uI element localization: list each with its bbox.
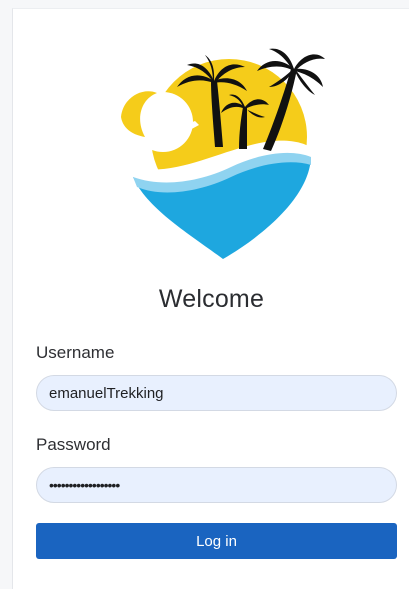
login-button[interactable]: Log in <box>36 523 397 559</box>
username-label: Username <box>36 343 115 362</box>
login-card: Welcome Username Password Log in <box>12 8 409 589</box>
username-field[interactable] <box>36 375 397 411</box>
password-field[interactable] <box>36 467 397 503</box>
travel-logo <box>121 48 325 259</box>
page-title: Welcome <box>158 285 265 313</box>
password-label: Password <box>36 435 111 454</box>
